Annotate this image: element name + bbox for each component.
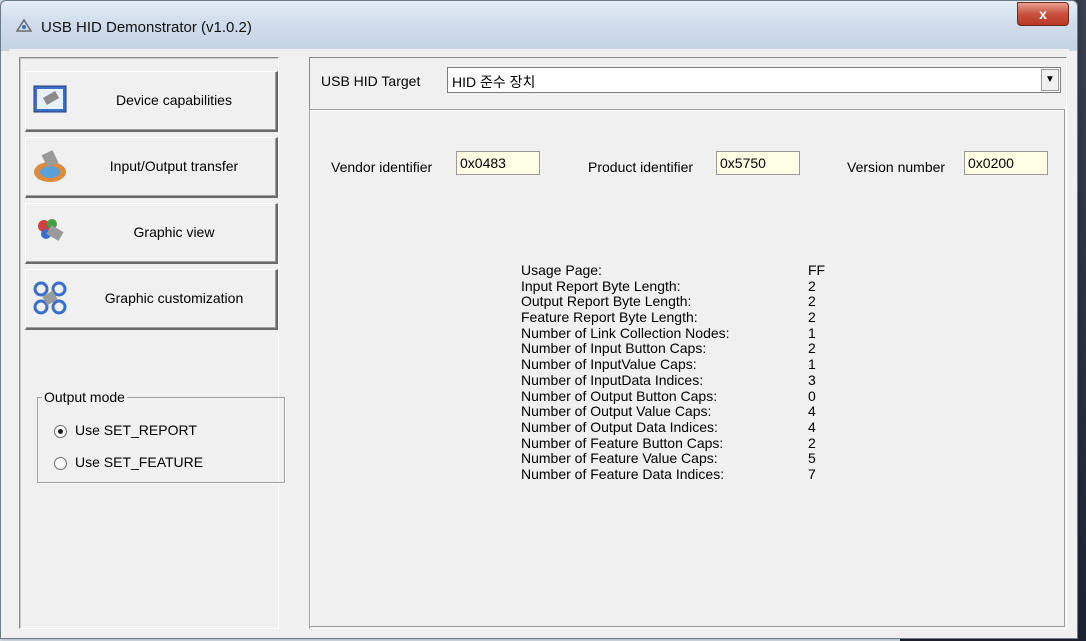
graphic-view-button[interactable]: Graphic view bbox=[25, 203, 278, 264]
graphic-view-label: Graphic view bbox=[133, 224, 215, 240]
capability-name: Output Report Byte Length: bbox=[521, 293, 692, 310]
capability-value: FF bbox=[808, 262, 826, 278]
capability-value: 2 bbox=[808, 340, 816, 357]
capability-value: 1 bbox=[808, 324, 816, 341]
close-button[interactable]: x bbox=[1017, 2, 1069, 26]
client-area: Device capabilities Input/Output transfe… bbox=[9, 49, 1069, 633]
capability-name: Number of Feature Data Indices: bbox=[521, 465, 725, 482]
target-select-value: HID 준수 장치 bbox=[452, 74, 536, 90]
capability-value: 4 bbox=[808, 403, 816, 420]
product-id-label: Product identifier bbox=[588, 159, 694, 175]
io-transfer-icon bbox=[34, 150, 66, 182]
version-number-label: Version number bbox=[847, 159, 946, 175]
close-icon: x bbox=[1039, 6, 1047, 22]
title-bar[interactable]: USB HID Demonstrator (v1.0.2) x bbox=[1, 1, 1077, 51]
device-capabilities-icon bbox=[33, 85, 67, 113]
capability-value: 1 bbox=[808, 356, 816, 373]
capability-name: Number of Link Collection Nodes: bbox=[521, 324, 730, 341]
capability-value: 3 bbox=[808, 371, 816, 388]
set-feature-radio[interactable] bbox=[54, 456, 67, 470]
capability-name: Number of InputValue Caps: bbox=[521, 356, 697, 373]
graphic-customization-label: Graphic customization bbox=[104, 290, 244, 306]
capability-value: 2 bbox=[808, 309, 816, 326]
capability-value: 7 bbox=[808, 465, 816, 482]
product-id-field[interactable]: 0x5750 bbox=[716, 151, 800, 175]
capability-name: Number of Feature Button Caps: bbox=[521, 434, 724, 451]
capability-name: Feature Report Byte Length: bbox=[521, 309, 698, 326]
capability-value: 2 bbox=[808, 277, 816, 294]
app-window: USB HID Demonstrator (v1.0.2) x Device c… bbox=[0, 0, 1078, 639]
capability-name: Number of InputData Indices: bbox=[521, 371, 704, 388]
usb-app-icon bbox=[15, 18, 33, 32]
dropdown-arrow-icon[interactable]: ▼ bbox=[1041, 69, 1059, 91]
io-transfer-button[interactable]: Input/Output transfer bbox=[25, 137, 278, 198]
capability-value: 2 bbox=[808, 434, 816, 451]
graphic-view-icon bbox=[38, 219, 64, 241]
capability-value: 2 bbox=[808, 293, 816, 310]
set-report-label: Use SET_REPORT bbox=[75, 422, 197, 438]
device-capabilities-button[interactable]: Device capabilities bbox=[25, 71, 278, 132]
capability-value: 4 bbox=[808, 418, 816, 435]
capability-name: Number of Input Button Caps: bbox=[521, 340, 707, 357]
version-number-field[interactable]: 0x0200 bbox=[964, 151, 1048, 175]
capability-name: Usage Page: bbox=[521, 262, 602, 278]
vendor-id-field[interactable]: 0x0483 bbox=[456, 151, 540, 175]
set-feature-option[interactable]: Use SET_FEATURE bbox=[54, 454, 203, 470]
output-mode-group: Output mode Use SET_REPORT Use SET_FEATU… bbox=[37, 389, 285, 483]
capability-value: 5 bbox=[808, 450, 816, 467]
capability-name: Number of Output Data Indices: bbox=[521, 418, 718, 435]
capability-name: Number of Output Value Caps: bbox=[521, 403, 712, 420]
set-feature-label: Use SET_FEATURE bbox=[75, 454, 204, 470]
target-label: USB HID Target bbox=[321, 73, 421, 89]
graphic-customization-icon bbox=[33, 281, 67, 315]
set-report-radio[interactable] bbox=[54, 424, 67, 438]
vendor-id-label: Vendor identifier bbox=[331, 159, 433, 175]
capability-value: 0 bbox=[808, 387, 816, 404]
window-title: USB HID Demonstrator (v1.0.2) bbox=[41, 19, 252, 36]
capability-name: Number of Feature Value Caps: bbox=[521, 450, 718, 467]
device-capabilities-label: Device capabilities bbox=[116, 92, 232, 108]
output-mode-legend: Output mode bbox=[42, 389, 127, 405]
capability-name: Number of Output Button Caps: bbox=[521, 387, 718, 404]
target-select[interactable]: HID 준수 장치 ▼ bbox=[447, 67, 1061, 93]
set-report-option[interactable]: Use SET_REPORT bbox=[54, 422, 197, 438]
graphic-customization-button[interactable]: Graphic customization bbox=[25, 269, 278, 330]
capability-name: Input Report Byte Length: bbox=[521, 277, 681, 294]
io-transfer-label: Input/Output transfer bbox=[109, 158, 239, 174]
